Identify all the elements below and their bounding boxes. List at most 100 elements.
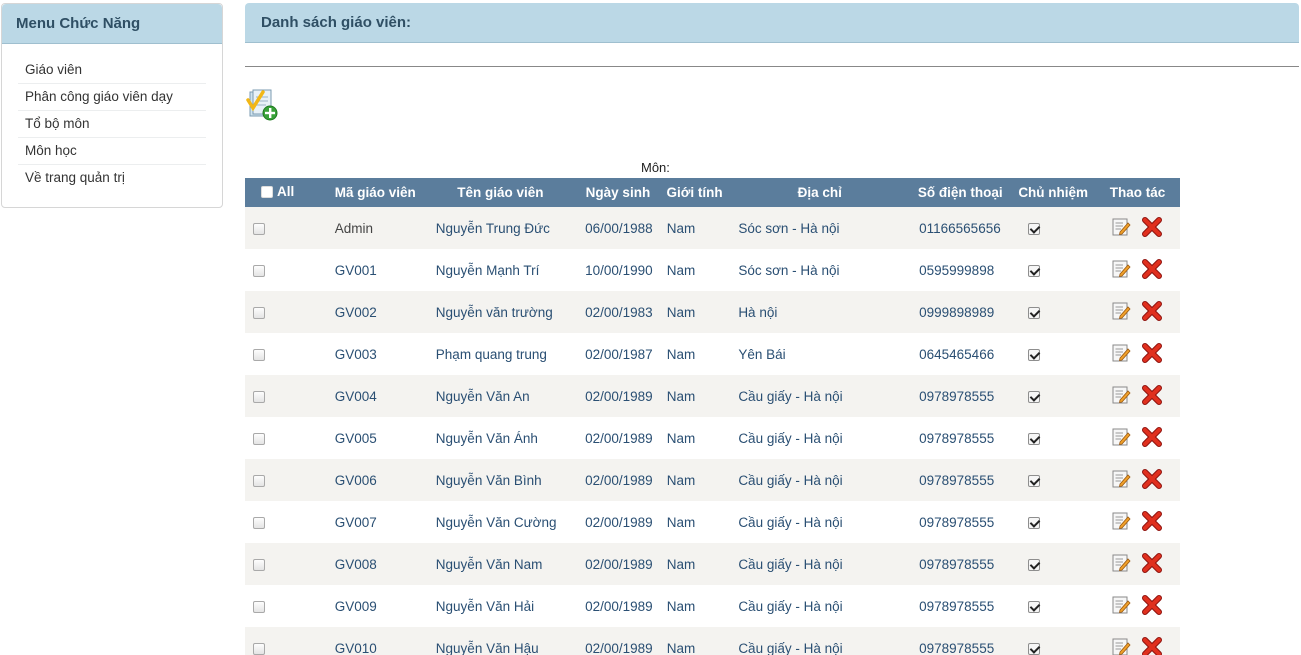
delete-icon[interactable] xyxy=(1141,342,1163,364)
sidebar-item-quan-tri[interactable]: Về trang quản trị xyxy=(18,165,206,192)
add-teacher-icon[interactable] xyxy=(246,88,280,124)
row-checkbox[interactable] xyxy=(253,516,265,529)
row-checkbox[interactable] xyxy=(253,558,265,571)
homeroom-checkbox[interactable] xyxy=(1028,432,1041,445)
table-header-row: All Mã giáo viên Tên giáo viên Ngày sinh… xyxy=(245,178,1180,207)
teacher-sex: Nam xyxy=(666,304,696,320)
homeroom-checkbox[interactable] xyxy=(1028,348,1041,361)
table-body: Admin Nguyễn Trung Đức 06/00/1988 Nam Só… xyxy=(245,207,1180,655)
row-checkbox[interactable] xyxy=(253,306,265,319)
table-row: GV010 Nguyễn Văn Hậu 02/00/1989 Nam Cầu … xyxy=(245,627,1180,655)
homeroom-checkbox[interactable] xyxy=(1028,474,1041,487)
edit-icon[interactable] xyxy=(1111,301,1131,321)
delete-icon[interactable] xyxy=(1141,510,1163,532)
teacher-code: GV008 xyxy=(334,556,377,572)
row-checkbox[interactable] xyxy=(253,474,265,487)
teacher-dob: 02/00/1987 xyxy=(585,346,653,362)
sidebar-item-to-bo-mon[interactable]: Tổ bộ môn xyxy=(18,111,206,138)
teacher-address: Sóc sơn - Hà nội xyxy=(738,220,840,236)
table-row: GV008 Nguyễn Văn Nam 02/00/1989 Nam Cầu … xyxy=(245,543,1180,585)
edit-icon[interactable] xyxy=(1111,637,1131,655)
row-checkbox[interactable] xyxy=(253,600,265,613)
teacher-phone: 0978978555 xyxy=(919,472,995,488)
table-row: GV002 Nguyễn văn trường 02/00/1983 Nam H… xyxy=(245,291,1180,333)
teacher-name: Nguyễn Văn Hải xyxy=(435,598,535,614)
actions-cell xyxy=(1095,333,1180,375)
sidebar-item-giao-vien[interactable]: Giáo viên xyxy=(18,57,206,84)
teacher-phone: 0595999898 xyxy=(919,262,995,278)
homeroom-checkbox[interactable] xyxy=(1028,600,1041,613)
teacher-code: Admin xyxy=(334,220,373,236)
teacher-address: Cầu giấy - Hà nội xyxy=(738,556,843,572)
col-header-name: Tên giáo viên xyxy=(457,185,544,200)
teacher-sex: Nam xyxy=(666,346,696,362)
edit-icon[interactable] xyxy=(1111,427,1131,447)
homeroom-checkbox[interactable] xyxy=(1028,558,1041,571)
col-header-code: Mã giáo viên xyxy=(334,185,416,200)
col-header-phone: Số điện thoại xyxy=(917,185,1003,200)
row-checkbox[interactable] xyxy=(253,390,265,403)
row-checkbox[interactable] xyxy=(253,348,265,361)
select-all-cell: All xyxy=(245,178,327,207)
edit-icon[interactable] xyxy=(1111,595,1131,615)
row-select-cell xyxy=(245,417,327,459)
edit-icon[interactable] xyxy=(1111,511,1131,531)
teacher-code: GV004 xyxy=(334,388,377,404)
delete-icon[interactable] xyxy=(1141,216,1163,238)
teacher-name: Nguyễn Mạnh Trí xyxy=(435,262,540,278)
teacher-phone: 0978978555 xyxy=(919,598,995,614)
teacher-code: GV002 xyxy=(334,304,377,320)
delete-icon[interactable] xyxy=(1141,468,1163,490)
delete-icon[interactable] xyxy=(1141,300,1163,322)
row-select-cell xyxy=(245,627,327,655)
homeroom-checkbox[interactable] xyxy=(1028,222,1041,235)
teacher-phone: 0978978555 xyxy=(919,388,995,404)
row-checkbox[interactable] xyxy=(253,642,265,655)
teacher-table: All Mã giáo viên Tên giáo viên Ngày sinh… xyxy=(245,178,1180,655)
actions-cell xyxy=(1095,627,1180,655)
teacher-dob: 02/00/1989 xyxy=(585,472,653,488)
homeroom-checkbox[interactable] xyxy=(1028,306,1041,319)
row-checkbox[interactable] xyxy=(253,264,265,277)
homeroom-checkbox[interactable] xyxy=(1028,516,1041,529)
edit-icon[interactable] xyxy=(1111,217,1131,237)
actions-cell xyxy=(1095,585,1180,627)
homeroom-cell xyxy=(1011,459,1095,501)
delete-icon[interactable] xyxy=(1141,426,1163,448)
sidebar-item-phan-cong[interactable]: Phân công giáo viên dạy xyxy=(18,84,206,111)
homeroom-checkbox[interactable] xyxy=(1028,390,1041,403)
homeroom-checkbox[interactable] xyxy=(1028,264,1041,277)
edit-icon[interactable] xyxy=(1111,469,1131,489)
edit-icon[interactable] xyxy=(1111,259,1131,279)
actions-cell xyxy=(1095,417,1180,459)
table-row: GV007 Nguyễn Văn Cường 02/00/1989 Nam Cầ… xyxy=(245,501,1180,543)
teacher-dob: 02/00/1989 xyxy=(585,598,653,614)
teacher-address: Cầu giấy - Hà nội xyxy=(738,388,843,404)
actions-cell xyxy=(1095,459,1180,501)
table-row: GV004 Nguyễn Văn An 02/00/1989 Nam Cầu g… xyxy=(245,375,1180,417)
delete-icon[interactable] xyxy=(1141,552,1163,574)
select-all-checkbox[interactable] xyxy=(261,185,273,198)
row-select-cell xyxy=(245,501,327,543)
teacher-dob: 06/00/1988 xyxy=(585,220,653,236)
edit-icon[interactable] xyxy=(1111,343,1131,363)
sidebar-menu: Menu Chức Năng Giáo viên Phân công giáo … xyxy=(1,3,223,208)
row-select-cell xyxy=(245,375,327,417)
col-header-address: Địa chỉ xyxy=(797,185,842,200)
teacher-phone: 0978978555 xyxy=(919,514,995,530)
row-checkbox[interactable] xyxy=(253,222,265,235)
teacher-code: GV005 xyxy=(334,430,377,446)
homeroom-checkbox[interactable] xyxy=(1028,642,1041,655)
delete-icon[interactable] xyxy=(1141,384,1163,406)
homeroom-cell xyxy=(1011,207,1095,249)
edit-icon[interactable] xyxy=(1111,385,1131,405)
teacher-name: Nguyễn văn trường xyxy=(435,304,553,320)
delete-icon[interactable] xyxy=(1141,636,1163,655)
edit-icon[interactable] xyxy=(1111,553,1131,573)
homeroom-cell xyxy=(1011,249,1095,291)
delete-icon[interactable] xyxy=(1141,258,1163,280)
row-checkbox[interactable] xyxy=(253,432,265,445)
delete-icon[interactable] xyxy=(1141,594,1163,616)
sidebar-item-mon-hoc[interactable]: Môn học xyxy=(18,138,206,165)
teacher-phone: 0645465466 xyxy=(919,346,995,362)
